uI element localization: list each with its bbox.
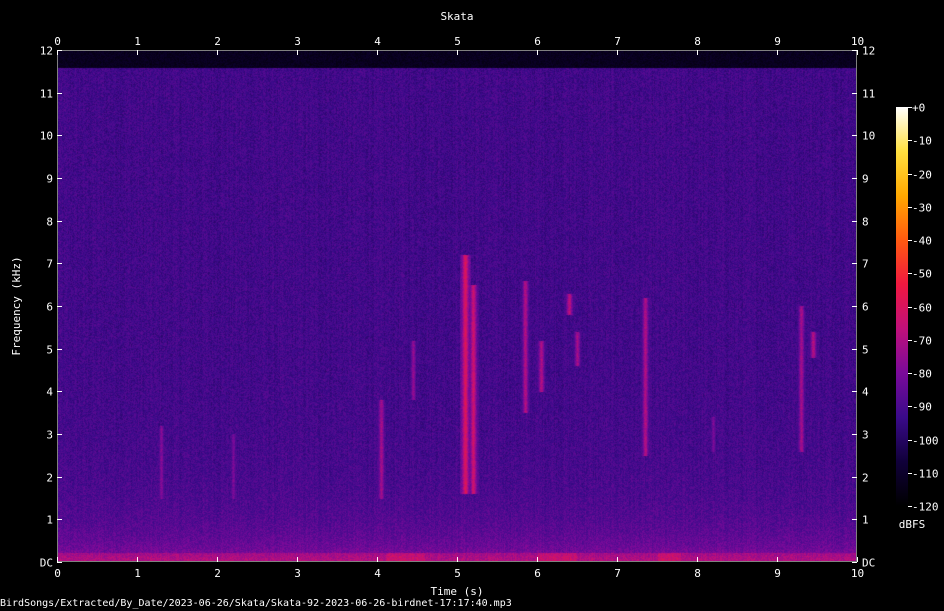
x-axis-label: Time (s) — [431, 585, 484, 598]
x-tick-label-top: 4 — [374, 35, 381, 48]
x-tick-label-bottom: 8 — [694, 567, 701, 580]
x-tick-label-top: 8 — [694, 35, 701, 48]
y-tick-label-right: 12 — [862, 45, 875, 58]
colorbar-tick-label: -70 — [912, 335, 932, 348]
y-tick-label-right: 3 — [862, 429, 869, 442]
spectrogram-image — [57, 50, 857, 562]
y-tick-label-right: 2 — [862, 472, 869, 485]
colorbar-label: dBFS — [899, 518, 926, 531]
colorbar-tick-label: +0 — [912, 102, 925, 115]
y-tick-label-right: 1 — [862, 514, 869, 527]
chart-title: Skata — [440, 10, 473, 23]
colorbar-tick-label: -80 — [912, 368, 932, 381]
x-tick-label-bottom: 6 — [534, 567, 541, 580]
y-tick-label-left: 8 — [46, 216, 53, 229]
colorbar — [896, 107, 908, 506]
colorbar-tick-label: -50 — [912, 268, 932, 281]
y-tick-label-left: 3 — [46, 429, 53, 442]
y-tick-label-left: 2 — [46, 472, 53, 485]
x-tick-label-top: 2 — [214, 35, 221, 48]
colorbar-tick-label: -40 — [912, 235, 932, 248]
x-tick-label-bottom: 9 — [774, 567, 781, 580]
x-tick-label-bottom: 3 — [294, 567, 301, 580]
y-tick-label-right: 9 — [862, 173, 869, 186]
y-tick-label-left: DC — [40, 557, 53, 570]
y-tick-label-left: 1 — [46, 514, 53, 527]
y-tick-label-right: DC — [862, 557, 875, 570]
y-tick-label-right: 7 — [862, 258, 869, 271]
x-tick-label-top: 1 — [134, 35, 141, 48]
y-tick-label-left: 7 — [46, 258, 53, 271]
x-tick-label-bottom: 2 — [214, 567, 221, 580]
x-tick-label-bottom: 4 — [374, 567, 381, 580]
y-tick-label-left: 11 — [40, 88, 53, 101]
y-tick-label-right: 8 — [862, 216, 869, 229]
colorbar-tick-label: -60 — [912, 302, 932, 315]
colorbar-tick-label: -100 — [912, 435, 939, 448]
y-tick-label-right: 5 — [862, 344, 869, 357]
x-tick-label-bottom: 5 — [454, 567, 461, 580]
x-tick-label-top: 6 — [534, 35, 541, 48]
colorbar-tick-label: -10 — [912, 135, 932, 148]
x-tick-label-top: 3 — [294, 35, 301, 48]
x-tick-label-bottom: 7 — [614, 567, 621, 580]
x-tick-label-top: 5 — [454, 35, 461, 48]
colorbar-tick-label: -30 — [912, 202, 932, 215]
colorbar-tick-label: -120 — [912, 501, 939, 514]
colorbar-tick-label: -110 — [912, 468, 939, 481]
y-tick-label-right: 6 — [862, 301, 869, 314]
y-tick-label-left: 5 — [46, 344, 53, 357]
x-tick-label-top: 0 — [54, 35, 61, 48]
colorbar-ticks: +0 -10 -20 -30 -40 -50 -60 -70 -80 -90 -100 -110 -12… — [908, 102, 939, 514]
x-tick-label-top: 7 — [614, 35, 621, 48]
y-tick-label-right: 10 — [862, 130, 875, 143]
y-tick-label-left: 10 — [40, 130, 53, 143]
file-path-footer: BirdSongs/Extracted/By_Date/2023-06-26/S… — [0, 598, 512, 609]
colorbar-tick-label: -20 — [912, 169, 932, 182]
y-tick-label-left: 4 — [46, 386, 53, 399]
y-tick-label-left: 12 — [40, 45, 53, 58]
x-tick-label-bottom: 0 — [54, 567, 61, 580]
y-tick-label-right: 11 — [862, 88, 875, 101]
y-tick-label-right: 4 — [862, 386, 869, 399]
x-tick-label-top: 9 — [774, 35, 781, 48]
colorbar-tick-label: -90 — [912, 401, 932, 414]
y-axis-label: Frequency (kHz) — [10, 256, 23, 355]
y-tick-label-left: 6 — [46, 301, 53, 314]
spectrogram-figure: Skata Time (s) Frequency (kHz) 001122334… — [0, 0, 944, 611]
spectrogram-svg: Skata Time (s) Frequency (kHz) 001122334… — [10, 10, 939, 598]
y-tick-label-left: 9 — [46, 173, 53, 186]
x-tick-label-bottom: 1 — [134, 567, 141, 580]
